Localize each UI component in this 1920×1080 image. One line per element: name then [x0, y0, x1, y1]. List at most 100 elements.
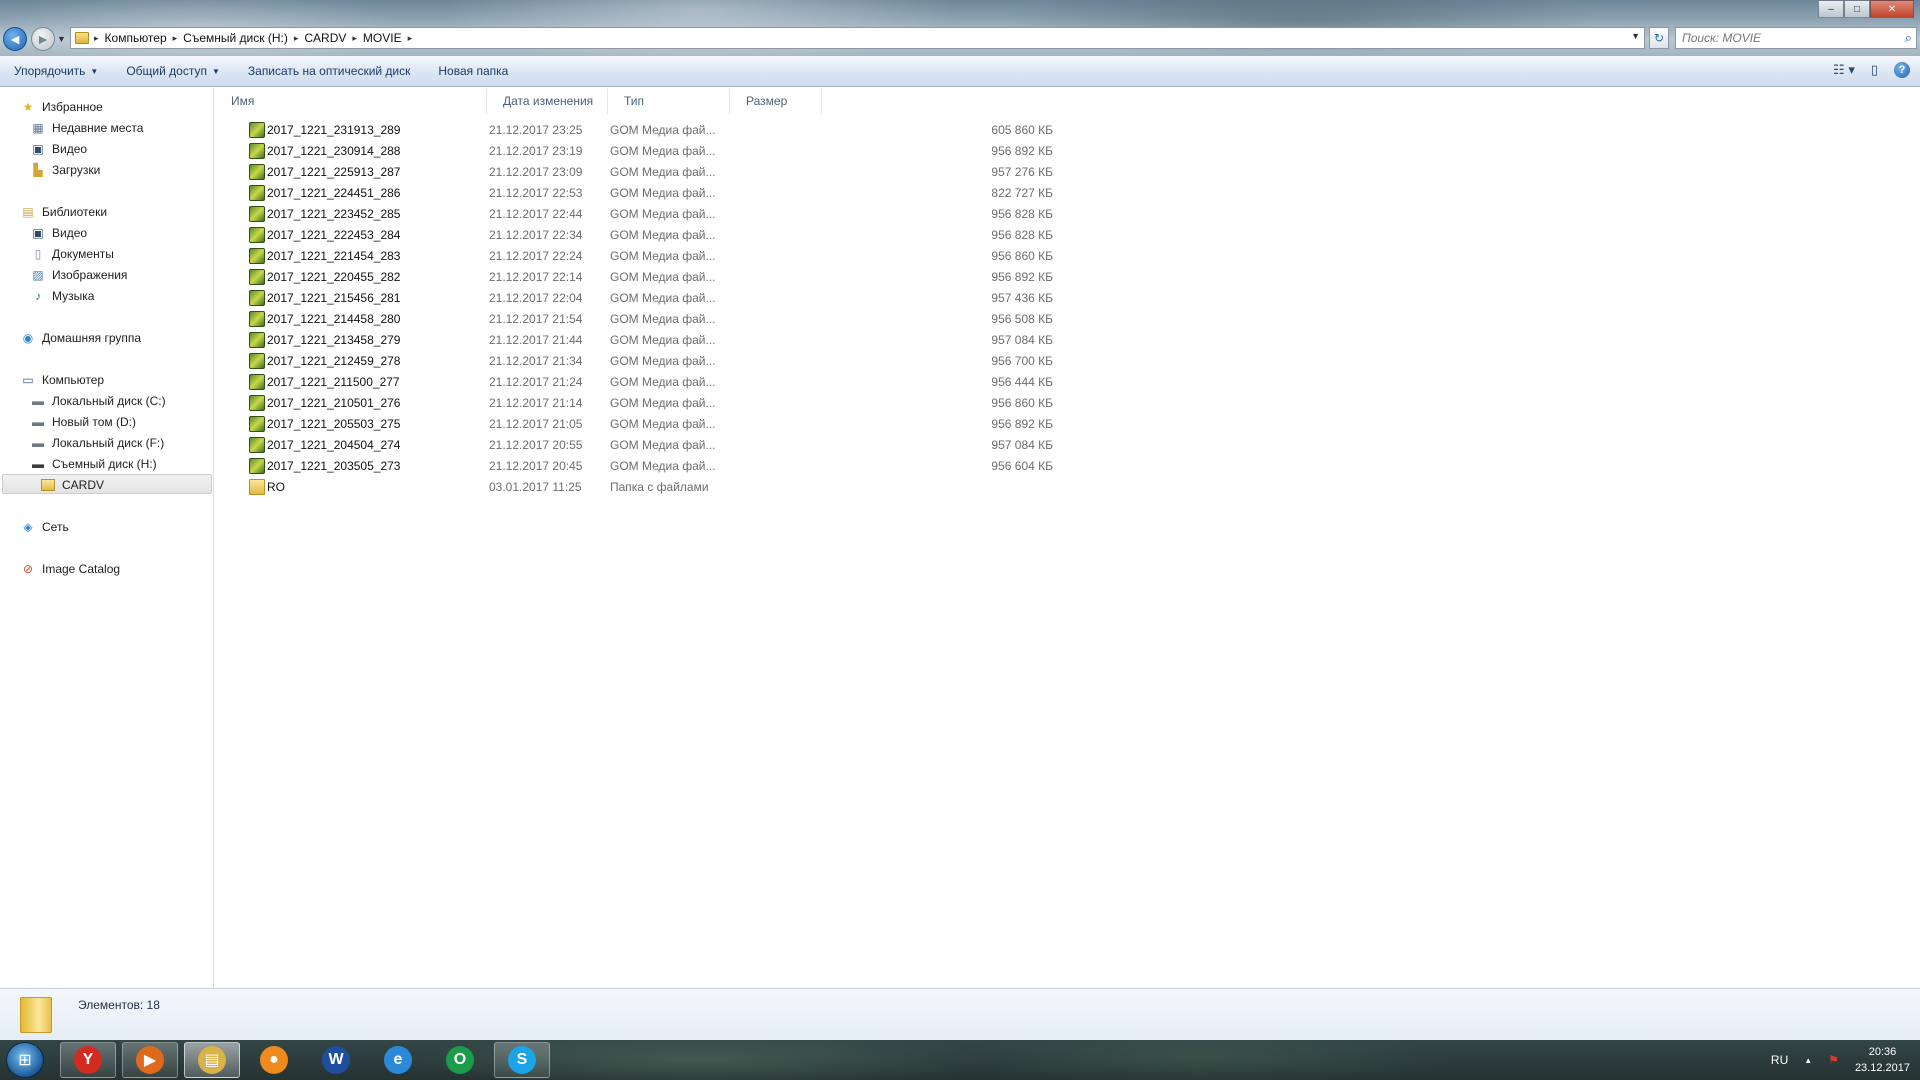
file-name: 2017_1221_223452_285 — [267, 207, 401, 221]
search-input[interactable] — [1676, 31, 1886, 45]
nav-computer[interactable]: ▭ Компьютер — [20, 372, 104, 388]
file-row[interactable]: 2017_1221_222453_284 21.12.2017 22:34 GOM … — [229, 225, 1053, 246]
clock[interactable]: 20:36 23.12.2017 — [1855, 1044, 1910, 1076]
nav-drive-c-label: Локальный диск (C:) — [52, 394, 166, 408]
maximize-button[interactable]: □ — [1844, 0, 1870, 18]
file-row[interactable]: 2017_1221_203505_273 21.12.2017 20:45 GOM … — [229, 456, 1053, 477]
taskbar-yandex-browser[interactable]: Y — [60, 1042, 116, 1078]
file-row[interactable]: 2017_1221_224451_286 21.12.2017 22:53 GOM … — [229, 183, 1053, 204]
refresh-icon: ↻ — [1653, 31, 1665, 45]
organize-label: Упорядочить — [14, 64, 86, 78]
column-header-size[interactable]: Размер — [730, 88, 822, 114]
nav-video-fav[interactable]: ▣ Видео — [30, 141, 87, 157]
taskbar-skype[interactable]: S — [494, 1042, 550, 1078]
navigation-pane: ★ Избранное ▦ Недавние места ▣ Видео ▙ З… — [0, 88, 214, 988]
file-name: 2017_1221_225913_287 — [267, 165, 401, 179]
taskbar-media-player[interactable]: ▶ — [122, 1042, 178, 1078]
file-type: Папка с файлами — [610, 480, 709, 494]
nav-drive-h[interactable]: ▬ Съемный диск (H:) — [30, 456, 157, 472]
back-button[interactable]: ◄ — [3, 27, 27, 51]
column-header-name[interactable]: Имя — [215, 88, 487, 114]
file-row[interactable]: 2017_1221_225913_287 21.12.2017 23:09 GOM … — [229, 162, 1053, 183]
file-row[interactable]: RO 03.01.2017 11:25 Папка с файлами — [229, 477, 1019, 498]
search-icon[interactable]: ⌕ — [1905, 30, 1912, 46]
view-options-icon[interactable]: ☷ ▾ — [1833, 62, 1855, 78]
nav-drive-c[interactable]: ▬ Локальный диск (C:) — [30, 393, 166, 409]
close-button[interactable]: ✕ — [1870, 0, 1914, 18]
file-row[interactable]: 2017_1221_220455_282 21.12.2017 22:14 GOM … — [229, 267, 1053, 288]
taskbar-browser-orange[interactable]: ● — [246, 1042, 302, 1078]
nav-libraries[interactable]: ▤ Библиотеки — [20, 204, 107, 220]
nav-cardv[interactable]: CARDV — [40, 477, 104, 493]
file-row[interactable]: 2017_1221_215456_281 21.12.2017 22:04 GOM … — [229, 288, 1053, 309]
search-box[interactable]: ⌕ — [1675, 27, 1917, 49]
folder-icon — [40, 477, 56, 493]
address-dropdown-icon[interactable]: ▼ — [1631, 31, 1640, 41]
taskbar-explorer[interactable]: ▤ — [184, 1042, 240, 1078]
column-header-date[interactable]: Дата изменения — [487, 88, 608, 114]
share-button[interactable]: Общий доступ ▼ — [112, 56, 234, 86]
column-header-type[interactable]: Тип — [608, 88, 730, 114]
nav-computer-label: Компьютер — [42, 373, 105, 387]
taskbar-internet-explorer[interactable]: e — [370, 1042, 426, 1078]
nav-image-catalog[interactable]: ⊘ Image Catalog — [20, 561, 120, 577]
language-indicator[interactable]: RU — [1771, 1053, 1788, 1067]
nav-drive-f[interactable]: ▬ Локальный диск (F:) — [30, 435, 164, 451]
file-row[interactable]: 2017_1221_212459_278 21.12.2017 21:34 GOM … — [229, 351, 1053, 372]
browser-orange-icon: ● — [260, 1046, 288, 1074]
forward-button[interactable]: ► — [31, 27, 55, 51]
nav-homegroup[interactable]: ◉ Домашняя группа — [20, 330, 141, 346]
file-size: 956 892 КБ — [991, 417, 1053, 431]
folder-icon — [20, 997, 52, 1033]
refresh-button[interactable]: ↻ — [1649, 27, 1669, 49]
file-row[interactable]: 2017_1221_231913_289 21.12.2017 23:25 GOM … — [229, 120, 1053, 141]
file-row[interactable]: 2017_1221_205503_275 21.12.2017 21:05 GOM … — [229, 414, 1053, 435]
window-titlebar: – □ ✕ ◄ ► ▼ ▸ Компьютер ▸ Съемный диск (… — [0, 0, 1920, 56]
video-file-icon — [249, 269, 265, 285]
file-row[interactable]: 2017_1221_223452_285 21.12.2017 22:44 GOM … — [229, 204, 1053, 225]
nav-documents[interactable]: ▯ Документы — [30, 246, 114, 262]
organize-button[interactable]: Упорядочить ▼ — [0, 56, 112, 86]
start-button[interactable]: ⊞ — [6, 1042, 44, 1078]
nav-video-lib[interactable]: ▣ Видео — [30, 225, 87, 241]
file-size: 956 700 КБ — [991, 354, 1053, 368]
file-row[interactable]: 2017_1221_230914_288 21.12.2017 23:19 GOM … — [229, 141, 1053, 162]
nav-favorites[interactable]: ★ Избранное — [20, 99, 103, 115]
file-row[interactable]: 2017_1221_214458_280 21.12.2017 21:54 GOM … — [229, 309, 1053, 330]
breadcrumb-cardv[interactable]: CARDV — [298, 31, 352, 45]
file-row[interactable]: 2017_1221_211500_277 21.12.2017 21:24 GOM … — [229, 372, 1053, 393]
tray-expand-icon[interactable]: ▲ — [1804, 1056, 1812, 1065]
preview-pane-icon[interactable]: ▯ — [1871, 62, 1878, 78]
file-date: 21.12.2017 22:44 — [489, 207, 583, 221]
drive-icon: ▬ — [32, 394, 44, 408]
file-row[interactable]: 2017_1221_210501_276 21.12.2017 21:14 GOM … — [229, 393, 1053, 414]
nav-network[interactable]: ◈ Сеть — [20, 519, 68, 535]
nav-recent[interactable]: ▦ Недавние места — [30, 120, 143, 136]
nav-music[interactable]: ♪ Музыка — [30, 288, 94, 304]
nav-downloads[interactable]: ▙ Загрузки — [30, 162, 100, 178]
taskbar-opera[interactable]: O — [432, 1042, 488, 1078]
file-row[interactable]: 2017_1221_221454_283 21.12.2017 22:24 GOM … — [229, 246, 1053, 267]
new-folder-button[interactable]: Новая папка — [424, 56, 522, 86]
recent-pages-button[interactable]: ▼ — [57, 34, 66, 44]
breadcrumb-movie[interactable]: MOVIE — [357, 31, 408, 45]
address-bar[interactable]: ▸ Компьютер ▸ Съемный диск (H:) ▸ CARDV … — [70, 27, 1645, 49]
nav-drive-d[interactable]: ▬ Новый том (D:) — [30, 414, 136, 430]
file-date: 21.12.2017 22:04 — [489, 291, 583, 305]
breadcrumb-drive-h[interactable]: Съемный диск (H:) — [177, 31, 294, 45]
video-file-icon — [249, 353, 265, 369]
internet-explorer-icon: e — [384, 1046, 412, 1074]
action-center-flag-icon[interactable]: ⚑ — [1828, 1053, 1839, 1067]
nav-images[interactable]: ▨ Изображения — [30, 267, 127, 283]
minimize-button[interactable]: – — [1818, 0, 1844, 18]
chevron-right-icon[interactable]: ▸ — [89, 33, 99, 44]
file-date: 21.12.2017 21:14 — [489, 396, 583, 410]
breadcrumb-computer[interactable]: Компьютер — [99, 31, 173, 45]
file-size: 956 828 КБ — [991, 207, 1053, 221]
chevron-right-icon[interactable]: ▸ — [408, 33, 413, 44]
file-row[interactable]: 2017_1221_213458_279 21.12.2017 21:44 GOM … — [229, 330, 1053, 351]
file-row[interactable]: 2017_1221_204504_274 21.12.2017 20:55 GOM … — [229, 435, 1053, 456]
taskbar-word[interactable]: W — [308, 1042, 364, 1078]
help-icon[interactable]: ? — [1894, 62, 1910, 78]
burn-button[interactable]: Записать на оптический диск — [234, 56, 425, 86]
